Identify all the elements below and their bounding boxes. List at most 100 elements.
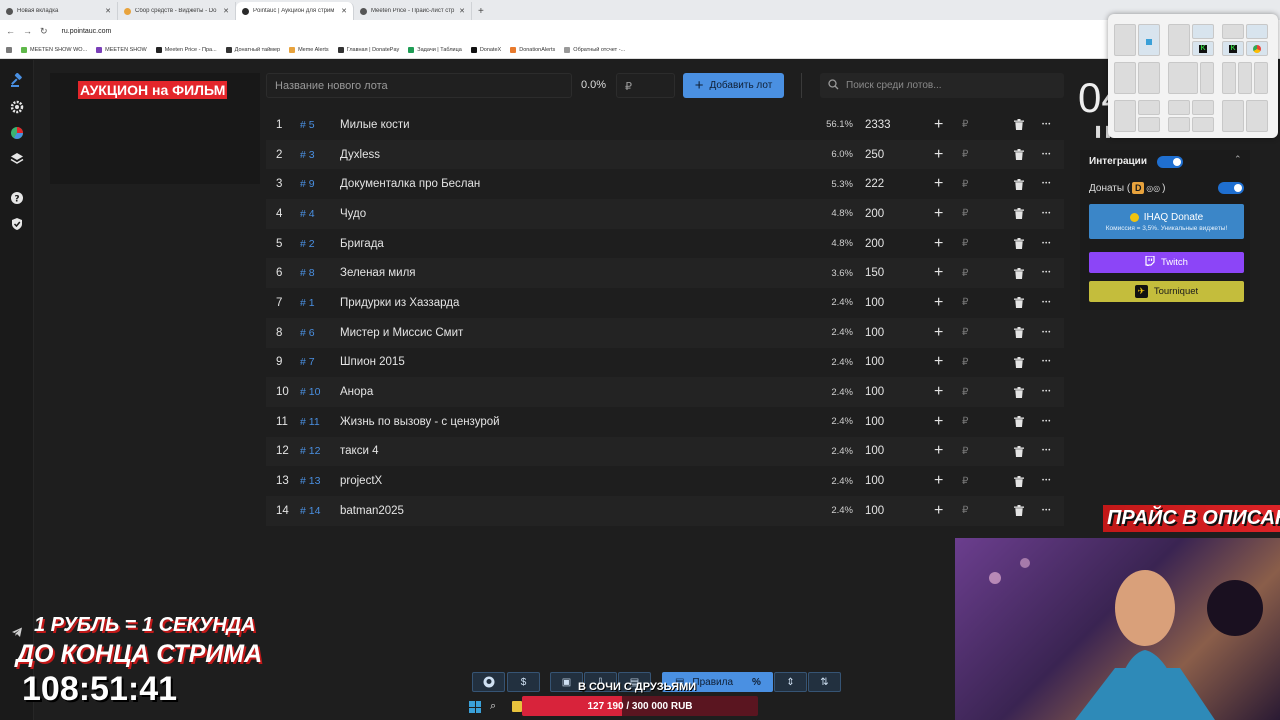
bookmark[interactable]: Meme Alerts [289, 47, 329, 53]
snap-zone[interactable] [1246, 41, 1268, 56]
more-options-icon[interactable]: ••• [1042, 407, 1051, 437]
new-lot-input[interactable]: Название нового лота [266, 73, 572, 98]
tourniquet-button[interactable]: ✈ Tourniquet [1089, 281, 1244, 302]
taskbar-search-icon[interactable]: ⌕ [490, 700, 496, 713]
snap-zone[interactable] [1168, 24, 1190, 56]
snap-zone[interactable] [1222, 100, 1244, 132]
lot-amount[interactable]: 100 [865, 288, 884, 318]
snap-zone[interactable]: K [1192, 41, 1214, 56]
lot-amount[interactable]: 100 [865, 348, 884, 378]
bookmark[interactable]: Meeten Price - Пра... [155, 47, 217, 53]
more-options-icon[interactable]: ••• [1042, 229, 1051, 259]
delete-lot-icon[interactable] [1014, 110, 1024, 140]
telegram-icon[interactable] [9, 624, 24, 639]
gear-icon[interactable] [9, 99, 24, 114]
snap-zone[interactable] [1254, 62, 1268, 94]
snap-zone[interactable] [1238, 62, 1252, 94]
snap-zone[interactable] [1200, 62, 1214, 94]
more-options-icon[interactable]: ••• [1042, 288, 1051, 318]
snap-zone[interactable] [1114, 62, 1136, 94]
lot-amount[interactable]: 250 [865, 140, 884, 170]
add-amount-icon[interactable]: + [934, 437, 943, 467]
bookmark[interactable]: DonateX [470, 47, 501, 53]
delete-lot-icon[interactable] [1014, 437, 1024, 467]
more-options-icon[interactable]: ••• [1042, 348, 1051, 378]
browser-tab[interactable]: Meeten Price - Прайс-лист стр ✕ [354, 2, 472, 20]
lot-amount[interactable]: 200 [865, 199, 884, 229]
more-options-icon[interactable]: ••• [1042, 466, 1051, 496]
add-amount-icon[interactable]: + [934, 140, 943, 170]
add-amount-icon[interactable]: + [934, 466, 943, 496]
help-icon[interactable]: ? [9, 190, 24, 205]
lot-name[interactable]: Милые кости [340, 110, 410, 140]
chevron-up-icon[interactable]: ⌃ [1234, 154, 1242, 165]
lot-name[interactable]: Документалка про Беслан [340, 169, 480, 199]
more-options-icon[interactable]: ••• [1042, 437, 1051, 467]
snap-zone[interactable] [1192, 24, 1214, 39]
add-amount-icon[interactable]: + [934, 229, 943, 259]
lot-name[interactable]: projectX [340, 466, 382, 496]
snap-zone[interactable] [1246, 24, 1268, 39]
lot-name[interactable]: Придурки из Хаззарда [340, 288, 459, 318]
snap-zone[interactable] [1192, 100, 1214, 115]
shield-icon[interactable] [9, 216, 24, 231]
delete-lot-icon[interactable] [1014, 407, 1024, 437]
search-input[interactable]: Поиск среди лотов... [820, 73, 1064, 98]
lot-amount[interactable]: 100 [865, 377, 884, 407]
browser-tab[interactable]: Сбор средств - Виджеты - Do ✕ [118, 2, 236, 20]
lot-amount[interactable]: 100 [865, 496, 884, 526]
lot-name[interactable]: Анора [340, 377, 373, 407]
twitch-button[interactable]: Twitch [1089, 252, 1244, 273]
more-options-icon[interactable]: ••• [1042, 496, 1051, 526]
bookmark[interactable]: MEETEN SHOW WO... [21, 47, 87, 53]
more-options-icon[interactable]: ••• [1042, 169, 1051, 199]
snap-zone[interactable] [1114, 24, 1136, 56]
lot-amount[interactable]: 150 [865, 258, 884, 288]
lot-amount[interactable]: 200 [865, 229, 884, 259]
back-icon[interactable]: ← [6, 26, 15, 36]
browser-tab[interactable]: Новая вкладка ✕ [0, 2, 118, 20]
lot-amount[interactable]: 100 [865, 437, 884, 467]
donations-toggle[interactable] [1218, 182, 1244, 194]
bookmark[interactable]: Обратный отсчет -... [564, 47, 625, 53]
sort-icon[interactable]: ⇅ [808, 672, 841, 692]
donate-icon[interactable]: $ [507, 672, 540, 692]
add-amount-icon[interactable]: + [934, 407, 943, 437]
add-amount-icon[interactable]: + [934, 318, 943, 348]
bookmark[interactable]: MEETEN SHOW [96, 47, 147, 53]
more-options-icon[interactable]: ••• [1042, 199, 1051, 229]
lot-name[interactable]: Бригада [340, 229, 384, 259]
more-options-icon[interactable]: ••• [1042, 110, 1051, 140]
lot-name[interactable]: такси 4 [340, 437, 378, 467]
bookmark[interactable]: DonationAlerts [510, 47, 555, 53]
snap-zone[interactable] [1114, 100, 1136, 132]
delete-lot-icon[interactable] [1014, 466, 1024, 496]
add-amount-icon[interactable]: + [934, 258, 943, 288]
lot-name[interactable]: Жизнь по вызову - с цензурой [340, 407, 500, 437]
lot-amount[interactable]: 222 [865, 169, 884, 199]
more-options-icon[interactable]: ••• [1042, 140, 1051, 170]
lot-name[interactable]: Дуxless [340, 140, 380, 170]
lot-amount[interactable]: 100 [865, 466, 884, 496]
lot-amount-input[interactable]: ₽ [616, 73, 675, 98]
windows-start-icon[interactable] [469, 701, 481, 713]
lot-name[interactable]: batman2025 [340, 496, 404, 526]
forward-icon[interactable]: → [23, 26, 32, 36]
delete-lot-icon[interactable] [1014, 140, 1024, 170]
more-options-icon[interactable]: ••• [1042, 377, 1051, 407]
pie-chart-icon[interactable] [9, 125, 24, 140]
add-amount-icon[interactable]: + [934, 110, 943, 140]
close-tab-icon[interactable]: ✕ [341, 7, 347, 15]
new-tab-icon[interactable]: + [472, 2, 490, 20]
lot-amount[interactable]: 100 [865, 318, 884, 348]
github-icon[interactable] [472, 672, 505, 692]
lot-name[interactable]: Шпион 2015 [340, 348, 405, 378]
snap-zone[interactable] [1222, 62, 1236, 94]
snap-zone[interactable] [1168, 62, 1198, 94]
bookmark[interactable]: Задачи | Таблица [408, 47, 462, 53]
more-options-icon[interactable]: ••• [1042, 318, 1051, 348]
file-explorer-icon[interactable] [512, 701, 522, 712]
add-amount-icon[interactable]: + [934, 496, 943, 526]
add-amount-icon[interactable]: + [934, 288, 943, 318]
bookmark[interactable]: Главная | DonatePay [337, 47, 399, 53]
